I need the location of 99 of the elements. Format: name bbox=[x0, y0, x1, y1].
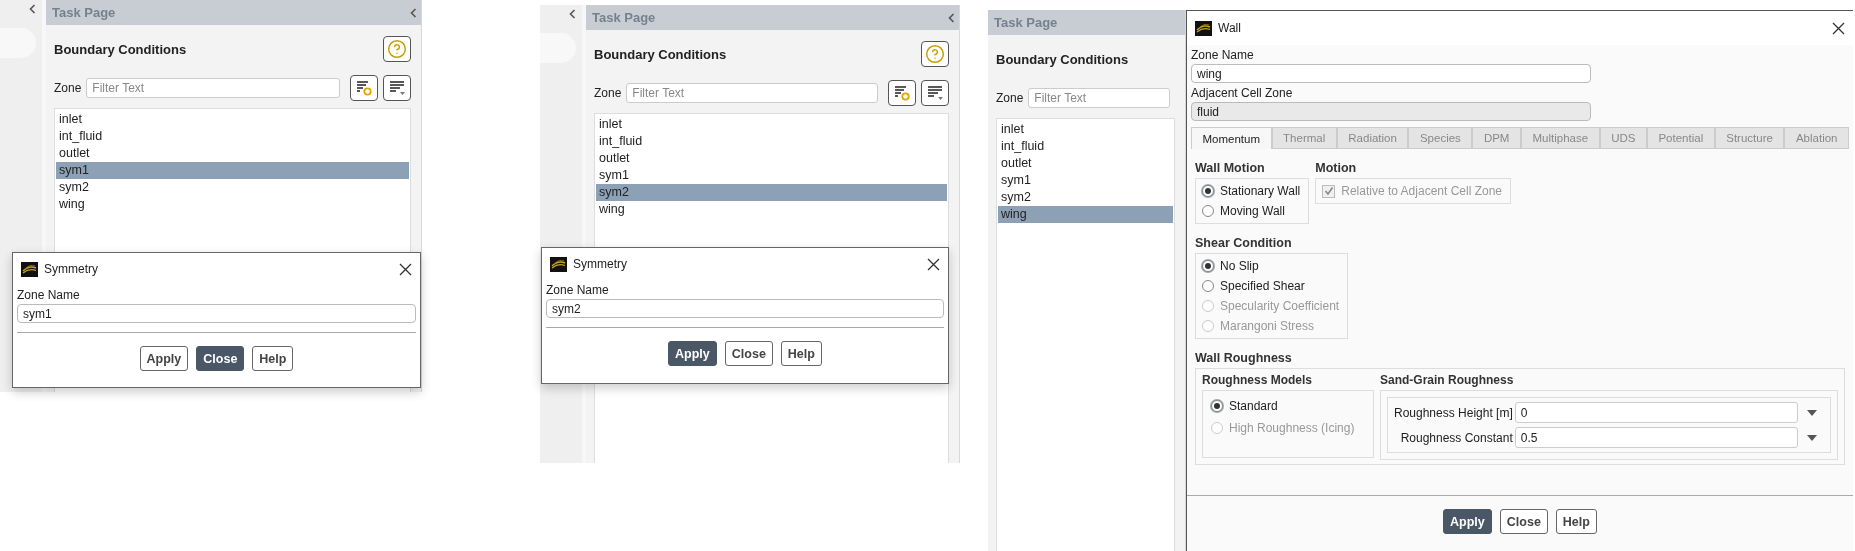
app-logo-icon bbox=[1195, 20, 1212, 36]
dropdown-caret-icon[interactable] bbox=[1807, 409, 1817, 416]
close-icon[interactable] bbox=[399, 262, 412, 276]
app-logo-icon bbox=[21, 261, 38, 277]
wall-roughness-heading: Wall Roughness bbox=[1195, 351, 1293, 365]
radio-label: Specified Shear bbox=[1220, 279, 1305, 293]
zone-list-item[interactable]: sym2 bbox=[56, 179, 409, 196]
zone-list-item[interactable]: int_fluid bbox=[56, 128, 409, 145]
filter-field[interactable]: Filter Text bbox=[626, 83, 878, 103]
zone-list-item[interactable]: sym1 bbox=[998, 172, 1173, 189]
collapse-chevron-icon[interactable] bbox=[948, 12, 955, 23]
close-icon[interactable] bbox=[927, 257, 940, 271]
zone-list-item[interactable]: wing bbox=[596, 201, 947, 218]
zone-label: Zone bbox=[996, 91, 1024, 105]
zone-list-item[interactable]: outlet bbox=[596, 150, 947, 167]
sort-button[interactable] bbox=[921, 80, 949, 106]
sand-grain-roughness-heading: Sand-Grain Roughness bbox=[1380, 373, 1515, 387]
dialog-button[interactable]: Close bbox=[1499, 509, 1548, 534]
zone-list-item[interactable]: sym1 bbox=[596, 167, 947, 184]
boundary-conditions-heading: Boundary Conditions bbox=[996, 51, 1129, 67]
help-icon bbox=[925, 44, 945, 64]
close-icon[interactable] bbox=[1832, 21, 1845, 35]
shear-condition-heading: Shear Condition bbox=[1195, 236, 1293, 250]
roughness-label: Roughness Height [m] bbox=[1394, 405, 1513, 420]
radio-label: Specularity Coefficient bbox=[1220, 299, 1340, 313]
collapse-chevron-icon[interactable] bbox=[569, 9, 576, 19]
zone-list-item[interactable]: outlet bbox=[56, 145, 409, 162]
sort-icon bbox=[388, 79, 406, 97]
dialog-button[interactable]: Close bbox=[196, 346, 245, 371]
dropdown-caret-icon[interactable] bbox=[1807, 434, 1817, 441]
zone-name-field[interactable]: sym2 bbox=[546, 299, 944, 318]
tab[interactable]: Momentum bbox=[1191, 127, 1272, 149]
zone-list-item[interactable]: inlet bbox=[998, 121, 1173, 138]
adjacent-cell-zone-field[interactable]: fluid bbox=[1191, 102, 1591, 121]
dialog-button[interactable]: Apply bbox=[1443, 509, 1492, 534]
radio-label: High Roughness (Icing) bbox=[1229, 421, 1355, 435]
filter-icon bbox=[355, 79, 373, 97]
zone-list-item[interactable]: inlet bbox=[596, 116, 947, 133]
boundary-conditions-heading: Boundary Conditions bbox=[594, 46, 727, 62]
zone-list-item[interactable]: sym1 bbox=[56, 162, 409, 179]
radio-button[interactable] bbox=[1211, 400, 1223, 412]
dialog-button[interactable]: Help bbox=[780, 341, 822, 366]
help-button[interactable] bbox=[921, 41, 949, 67]
zone-name-field[interactable]: sym1 bbox=[17, 304, 416, 323]
zone-name-label: Zone Name bbox=[1191, 48, 1255, 62]
roughness-models-heading: Roughness Models bbox=[1202, 373, 1313, 387]
dialog-button[interactable]: Help bbox=[1555, 509, 1597, 534]
zone-list-item[interactable]: wing bbox=[56, 196, 409, 213]
sort-button[interactable] bbox=[383, 75, 411, 101]
zone-list-item[interactable]: wing bbox=[998, 206, 1173, 223]
radio-label: Moving Wall bbox=[1220, 204, 1285, 218]
zone-label: Zone bbox=[594, 86, 622, 100]
filter-button[interactable] bbox=[350, 75, 378, 101]
collapse-chevron-icon[interactable] bbox=[410, 7, 417, 18]
radio-button[interactable] bbox=[1202, 205, 1214, 217]
dialog-button[interactable]: Apply bbox=[139, 346, 189, 371]
boundary-conditions-heading: Boundary Conditions bbox=[54, 41, 187, 57]
filter-icon bbox=[893, 84, 911, 102]
zone-list-item[interactable]: int_fluid bbox=[596, 133, 947, 150]
roughness-label: Roughness Constant bbox=[1400, 430, 1513, 445]
filter-field[interactable]: Filter Text bbox=[1028, 88, 1170, 108]
app-logo-icon bbox=[550, 256, 567, 272]
radio-label: Stationary Wall bbox=[1220, 184, 1301, 198]
dialog-title: Symmetry bbox=[44, 262, 99, 276]
zone-list-item[interactable]: sym2 bbox=[596, 184, 947, 201]
zone-name-field[interactable]: wing bbox=[1191, 64, 1591, 83]
radio-label: Marangoni Stress bbox=[1220, 319, 1315, 333]
radio-label: Standard bbox=[1229, 399, 1278, 413]
zone-list-item[interactable]: inlet bbox=[56, 111, 409, 128]
dialog-button[interactable]: Help bbox=[252, 346, 294, 371]
task-page-title: Task Page bbox=[52, 5, 116, 20]
motion-heading: Motion bbox=[1315, 161, 1358, 175]
dialog-button[interactable]: Close bbox=[724, 341, 773, 366]
zone-list-item[interactable]: outlet bbox=[998, 155, 1173, 172]
wall-motion-heading: Wall Motion bbox=[1195, 161, 1266, 175]
dialog-title: Symmetry bbox=[573, 257, 628, 271]
roughness-field[interactable]: 0 bbox=[1514, 402, 1798, 423]
zone-name-label: Zone Name bbox=[17, 288, 81, 302]
filter-button[interactable] bbox=[888, 80, 916, 106]
roughness-field[interactable]: 0.5 bbox=[1514, 427, 1798, 448]
help-button[interactable] bbox=[383, 36, 411, 62]
zone-list-item[interactable]: int_fluid bbox=[998, 138, 1173, 155]
zone-label: Zone bbox=[54, 81, 82, 95]
radio-button[interactable] bbox=[1202, 260, 1214, 272]
task-page-title: Task Page bbox=[592, 10, 656, 25]
zone-list-item[interactable]: sym2 bbox=[998, 189, 1173, 206]
help-icon bbox=[387, 39, 407, 59]
checkmark-icon bbox=[1323, 186, 1334, 196]
task-page-title: Task Page bbox=[994, 15, 1058, 30]
zone-name-label: Zone Name bbox=[546, 283, 610, 297]
dialog-title: Wall bbox=[1218, 21, 1242, 35]
adjacent-cell-zone-label: Adjacent Cell Zone bbox=[1191, 86, 1294, 100]
sort-icon bbox=[926, 84, 944, 102]
radio-button[interactable] bbox=[1202, 280, 1214, 292]
radio-label: No Slip bbox=[1220, 259, 1259, 273]
filter-field[interactable]: Filter Text bbox=[86, 78, 340, 98]
collapse-chevron-icon[interactable] bbox=[29, 4, 36, 14]
radio-button[interactable] bbox=[1202, 185, 1214, 197]
dialog-button[interactable]: Apply bbox=[668, 341, 717, 366]
